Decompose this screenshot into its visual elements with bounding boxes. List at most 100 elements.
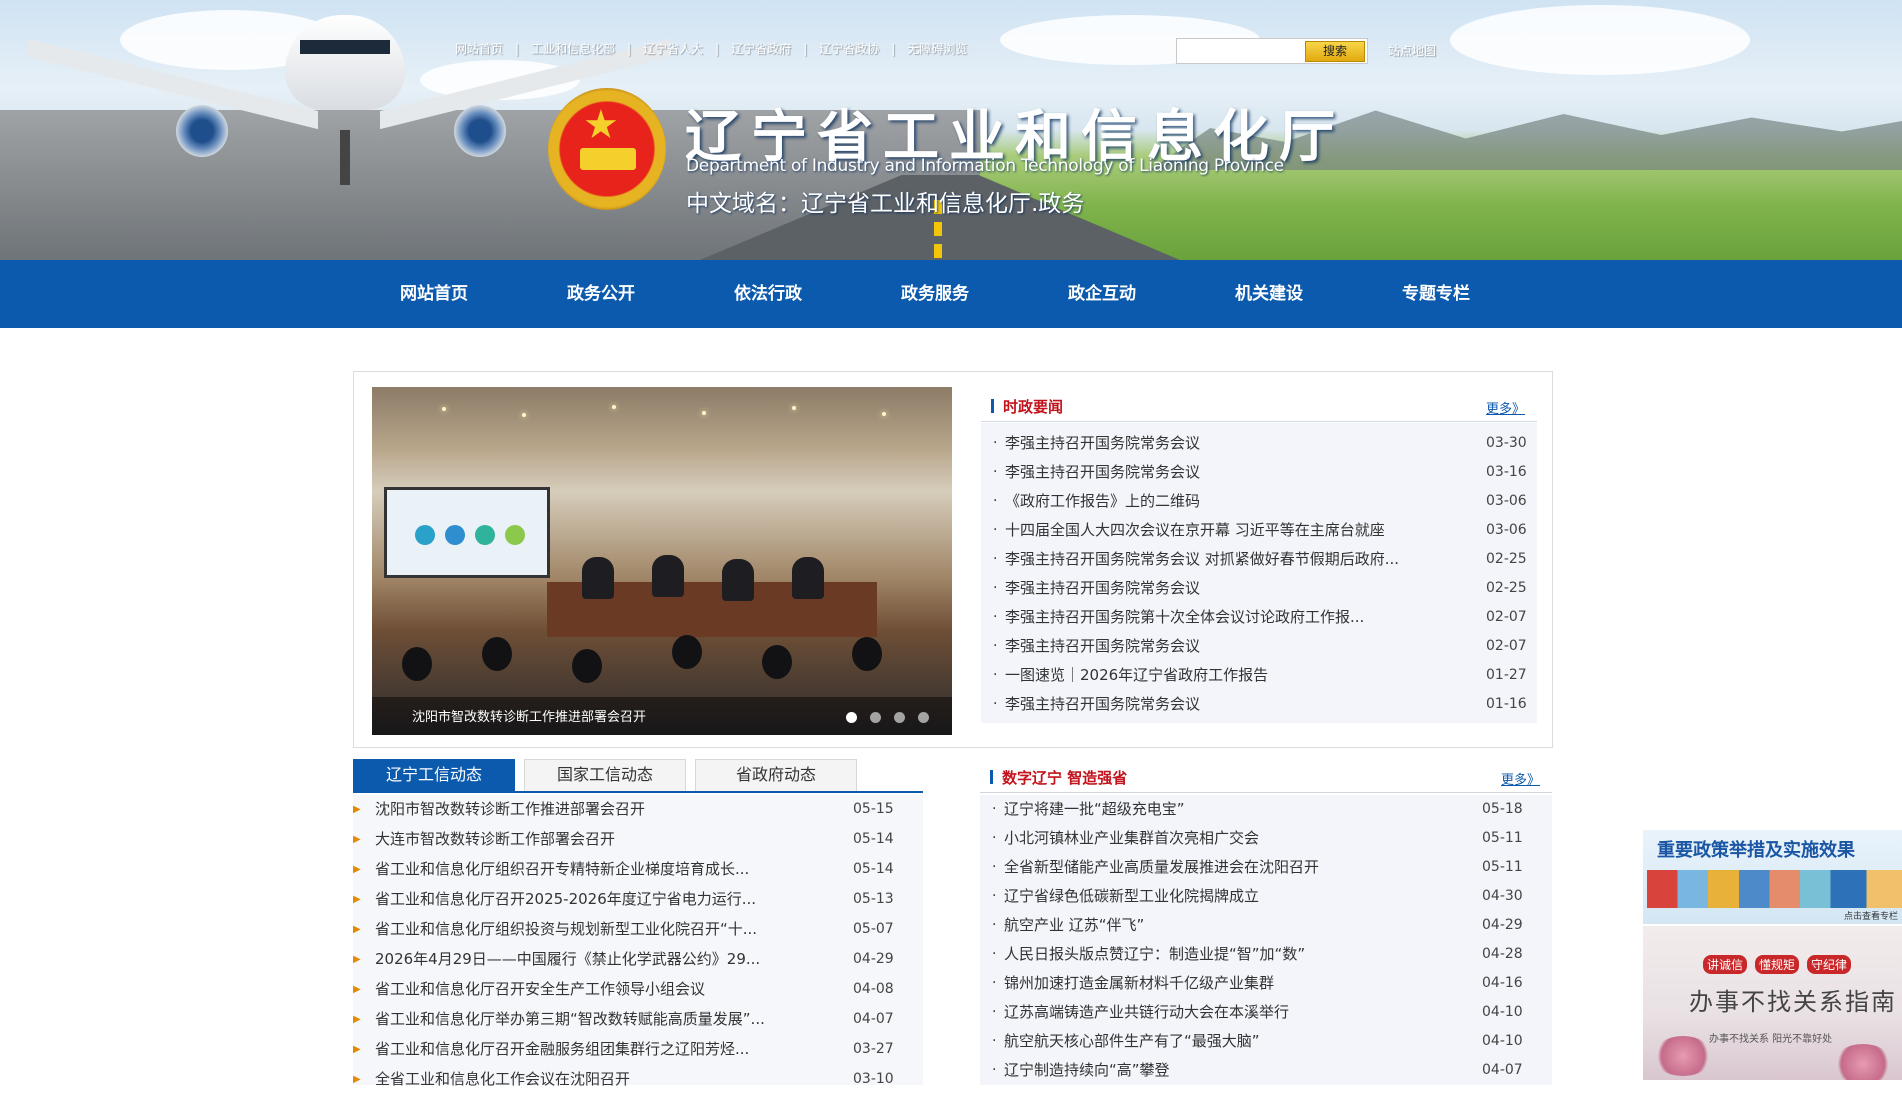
top-link[interactable]: 辽宁省人大 xyxy=(643,42,703,56)
list-item[interactable]: · 辽宁省绿色低碳新型工业化院揭牌成立 04-30 xyxy=(980,882,1552,911)
list-item[interactable]: · 人民日报头版点赞辽宁：制造业提“智”加“数” 04-28 xyxy=(980,940,1552,969)
list-item[interactable]: · 李强主持召开国务院常务会议 02-07 xyxy=(981,632,1537,661)
list-item[interactable]: · 辽苏高端铸造产业共链行动大会在本溪举行 04-10 xyxy=(980,998,1552,1027)
list-item-title[interactable]: 辽宁制造持续向“高”攀登 xyxy=(1004,1056,1170,1085)
list-item-date: 05-13 xyxy=(853,891,894,907)
list-item-title[interactable]: 航空航天核心部件生产有了“最强大脑” xyxy=(1004,1027,1260,1056)
list-item-title[interactable]: 李强主持召开国务院常务会议 xyxy=(1005,632,1200,661)
list-item[interactable]: · 李强主持召开国务院常务会议 02-25 xyxy=(981,574,1537,603)
list-item-title[interactable]: 李强主持召开国务院常务会议 xyxy=(1005,690,1200,719)
bullet-dot-icon: · xyxy=(992,1004,997,1020)
list-item[interactable]: · 辽宁制造持续向“高”攀登 04-07 xyxy=(980,1056,1552,1085)
list-item[interactable]: ▶ 大连市智改数转诊断工作部署会召开 05-14 xyxy=(353,825,923,854)
list-item-title[interactable]: 省工业和信息化厅举办第三期“智改数转赋能高质量发展”... xyxy=(375,1005,765,1034)
list-item-title[interactable]: 李强主持召开国务院常务会议 xyxy=(1005,574,1200,603)
nav-item-gov-affairs[interactable]: 政务公开 xyxy=(567,260,635,328)
slider-caption[interactable]: 沈阳市智改数转诊断工作推进部署会召开 xyxy=(412,706,646,725)
list-item[interactable]: ▶ 2026年4月29日——中国履行《禁止化学武器公约》29... 04-29 xyxy=(353,945,923,974)
bullet-arrow-icon: ▶ xyxy=(353,804,361,815)
list-item[interactable]: · 全省新型储能产业高质量发展推进会在沈阳召开 05-11 xyxy=(980,853,1552,882)
list-item-title[interactable]: 人民日报头版点赞辽宁：制造业提“智”加“数” xyxy=(1004,940,1305,969)
list-item[interactable]: · 李强主持召开国务院常务会议 01-16 xyxy=(981,690,1537,719)
list-item[interactable]: · 一图速览｜2026年辽宁省政府工作报告 01-27 xyxy=(981,661,1537,690)
list-item-title[interactable]: 全省新型储能产业高质量发展推进会在沈阳召开 xyxy=(1004,853,1319,882)
top-link[interactable]: 辽宁省政府 xyxy=(731,42,791,56)
list-item-title[interactable]: 辽苏高端铸造产业共链行动大会在本溪举行 xyxy=(1004,998,1289,1027)
search-box: 搜索 xyxy=(1176,38,1368,64)
list-item-title[interactable]: 十四届全国人大四次会议在京开幕 习近平等在主席台就座 xyxy=(1005,516,1385,545)
tab-liaoning[interactable]: 辽宁工信动态 xyxy=(353,759,515,791)
slider-dot[interactable] xyxy=(918,712,929,723)
list-item[interactable]: ▶ 省工业和信息化厅组织投资与规划新型工业化院召开“十... 05-07 xyxy=(353,915,923,944)
list-item-title[interactable]: 李强主持召开国务院常务会议 xyxy=(1005,458,1200,487)
list-item-title[interactable]: 锦州加速打造金属新材料千亿级产业集群 xyxy=(1004,969,1274,998)
nav-item-services[interactable]: 政务服务 xyxy=(901,260,969,328)
nav-item-special[interactable]: 专题专栏 xyxy=(1402,260,1470,328)
list-item[interactable]: ▶ 省工业和信息化厅召开2025-2026年度辽宁省电力运行... 05-13 xyxy=(353,885,923,914)
top-link[interactable]: 工业和信息化部 xyxy=(531,42,615,56)
list-item-date: 04-07 xyxy=(853,1011,894,1027)
list-item-title[interactable]: 省工业和信息化厅组织召开专精特新企业梯度培育成长... xyxy=(375,855,749,884)
top-link[interactable]: 无障碍浏览 xyxy=(907,42,967,56)
top-link[interactable]: 辽宁省政协 xyxy=(819,42,879,56)
list-item[interactable]: · 李强主持召开国务院常务会议 对抓紧做好春节假期后政府... 02-25 xyxy=(981,545,1537,574)
nav-item-organ[interactable]: 机关建设 xyxy=(1235,260,1303,328)
list-item-title[interactable]: 一图速览｜2026年辽宁省政府工作报告 xyxy=(1005,661,1268,690)
slider-dot[interactable] xyxy=(870,712,881,723)
nav-item-interaction[interactable]: 政企互动 xyxy=(1068,260,1136,328)
list-item-title[interactable]: 辽宁将建一批“超级充电宝” xyxy=(1004,795,1185,824)
search-input[interactable] xyxy=(1181,41,1305,61)
list-item[interactable]: · 李强主持召开国务院常务会议 03-16 xyxy=(981,458,1537,487)
list-item[interactable]: · 辽宁将建一批“超级充电宝” 05-18 xyxy=(980,795,1552,824)
slider-dot[interactable] xyxy=(846,712,857,723)
top-link[interactable]: 网站首页 xyxy=(455,42,503,56)
list-item-title[interactable]: 小北河镇林业产业集群首次亮相广交会 xyxy=(1004,824,1259,853)
list-item[interactable]: · 李强主持召开国务院第十次全体会议讨论政府工作报... 02-07 xyxy=(981,603,1537,632)
list-item-title[interactable]: 辽宁省绿色低碳新型工业化院揭牌成立 xyxy=(1004,882,1259,911)
list-item[interactable]: ▶ 省工业和信息化厅召开金融服务组团集群行之辽阳芳烃... 03-27 xyxy=(353,1035,923,1064)
list-item-title[interactable]: 航空产业 辽苏“伴飞” xyxy=(1004,911,1144,940)
nav-item-law[interactable]: 依法行政 xyxy=(734,260,802,328)
more-link[interactable]: 更多》 xyxy=(1486,398,1525,417)
list-item-title[interactable]: 李强主持召开国务院常务会议 对抓紧做好春节假期后政府... xyxy=(1005,545,1399,574)
list-item[interactable]: · 李强主持召开国务院常务会议 03-30 xyxy=(981,429,1537,458)
header-banner: 网站首页 | 工业和信息化部 | 辽宁省人大 | 辽宁省政府 | 辽宁省政协 | 无障碍浏览 搜索 … xyxy=(0,0,1902,260)
slider-dot[interactable] xyxy=(894,712,905,723)
list-item-title[interactable]: 省工业和信息化厅召开安全生产工作领导小组会议 xyxy=(375,975,705,1004)
national-emblem-icon: ★ xyxy=(548,88,666,210)
list-item-title[interactable]: 2026年4月29日——中国履行《禁止化学武器公约》29... xyxy=(375,945,760,974)
list-item-title[interactable]: 省工业和信息化厅召开金融服务组团集群行之辽阳芳烃... xyxy=(375,1035,749,1064)
list-item[interactable]: ▶ 省工业和信息化厅组织召开专精特新企业梯度培育成长... 05-14 xyxy=(353,855,923,884)
audience-head xyxy=(402,647,432,681)
news-slider[interactable]: 沈阳市智改数转诊断工作推进部署会召开 xyxy=(372,387,952,735)
tab-national[interactable]: 国家工信动态 xyxy=(524,759,686,791)
airplane-icon xyxy=(285,15,405,110)
bullet-arrow-icon: ▶ xyxy=(353,1044,361,1055)
list-item-title[interactable]: 省工业和信息化厅组织投资与规划新型工业化院召开“十... xyxy=(375,915,757,944)
list-item-title[interactable]: 李强主持召开国务院常务会议 xyxy=(1005,429,1200,458)
list-item[interactable]: ▶ 省工业和信息化厅举办第三期“智改数转赋能高质量发展”... 04-07 xyxy=(353,1005,923,1034)
sitemap-link[interactable]: 站点地图 xyxy=(1388,42,1436,59)
landing-gear xyxy=(340,130,350,185)
list-item-title[interactable]: 李强主持召开国务院第十次全体会议讨论政府工作报... xyxy=(1005,603,1364,632)
list-item[interactable]: · 十四届全国人大四次会议在京开幕 习近平等在主席台就座 03-06 xyxy=(981,516,1537,545)
nav-item-home[interactable]: 网站首页 xyxy=(400,260,468,328)
list-item-title[interactable]: 《政府工作报告》上的二维码 xyxy=(1005,487,1200,516)
list-item[interactable]: ▶ 省工业和信息化厅召开安全生产工作领导小组会议 04-08 xyxy=(353,975,923,1004)
guide-promo-banner[interactable]: 讲诚信 懂规矩 守纪律 办事不找关系指南 办事不找关系 阳光不靠好处 xyxy=(1643,926,1902,1080)
tab-province[interactable]: 省政府动态 xyxy=(695,759,857,791)
list-item[interactable]: · 锦州加速打造金属新材料千亿级产业集群 04-16 xyxy=(980,969,1552,998)
list-item[interactable]: · 航空航天核心部件生产有了“最强大脑” 04-10 xyxy=(980,1027,1552,1056)
list-item[interactable]: ▶ 沈阳市智改数转诊断工作推进部署会召开 05-15 xyxy=(353,795,923,824)
list-item[interactable]: · 航空产业 辽苏“伴飞” 04-29 xyxy=(980,911,1552,940)
list-item-title[interactable]: 大连市智改数转诊断工作部署会召开 xyxy=(375,825,615,854)
person-figure xyxy=(582,557,614,599)
list-item-date: 03-30 xyxy=(1486,435,1527,451)
list-item[interactable]: · 小北河镇林业产业集群首次亮相广交会 05-11 xyxy=(980,824,1552,853)
list-item-title[interactable]: 沈阳市智改数转诊断工作推进部署会召开 xyxy=(375,795,645,824)
search-button[interactable]: 搜索 xyxy=(1305,41,1365,62)
list-item-title[interactable]: 省工业和信息化厅召开2025-2026年度辽宁省电力运行... xyxy=(375,885,756,914)
list-item[interactable]: · 《政府工作报告》上的二维码 03-06 xyxy=(981,487,1537,516)
more-link[interactable]: 更多》 xyxy=(1501,769,1540,788)
policy-promo-banner[interactable]: 重要政策举措及实施效果 点击查看专栏 xyxy=(1643,830,1902,924)
